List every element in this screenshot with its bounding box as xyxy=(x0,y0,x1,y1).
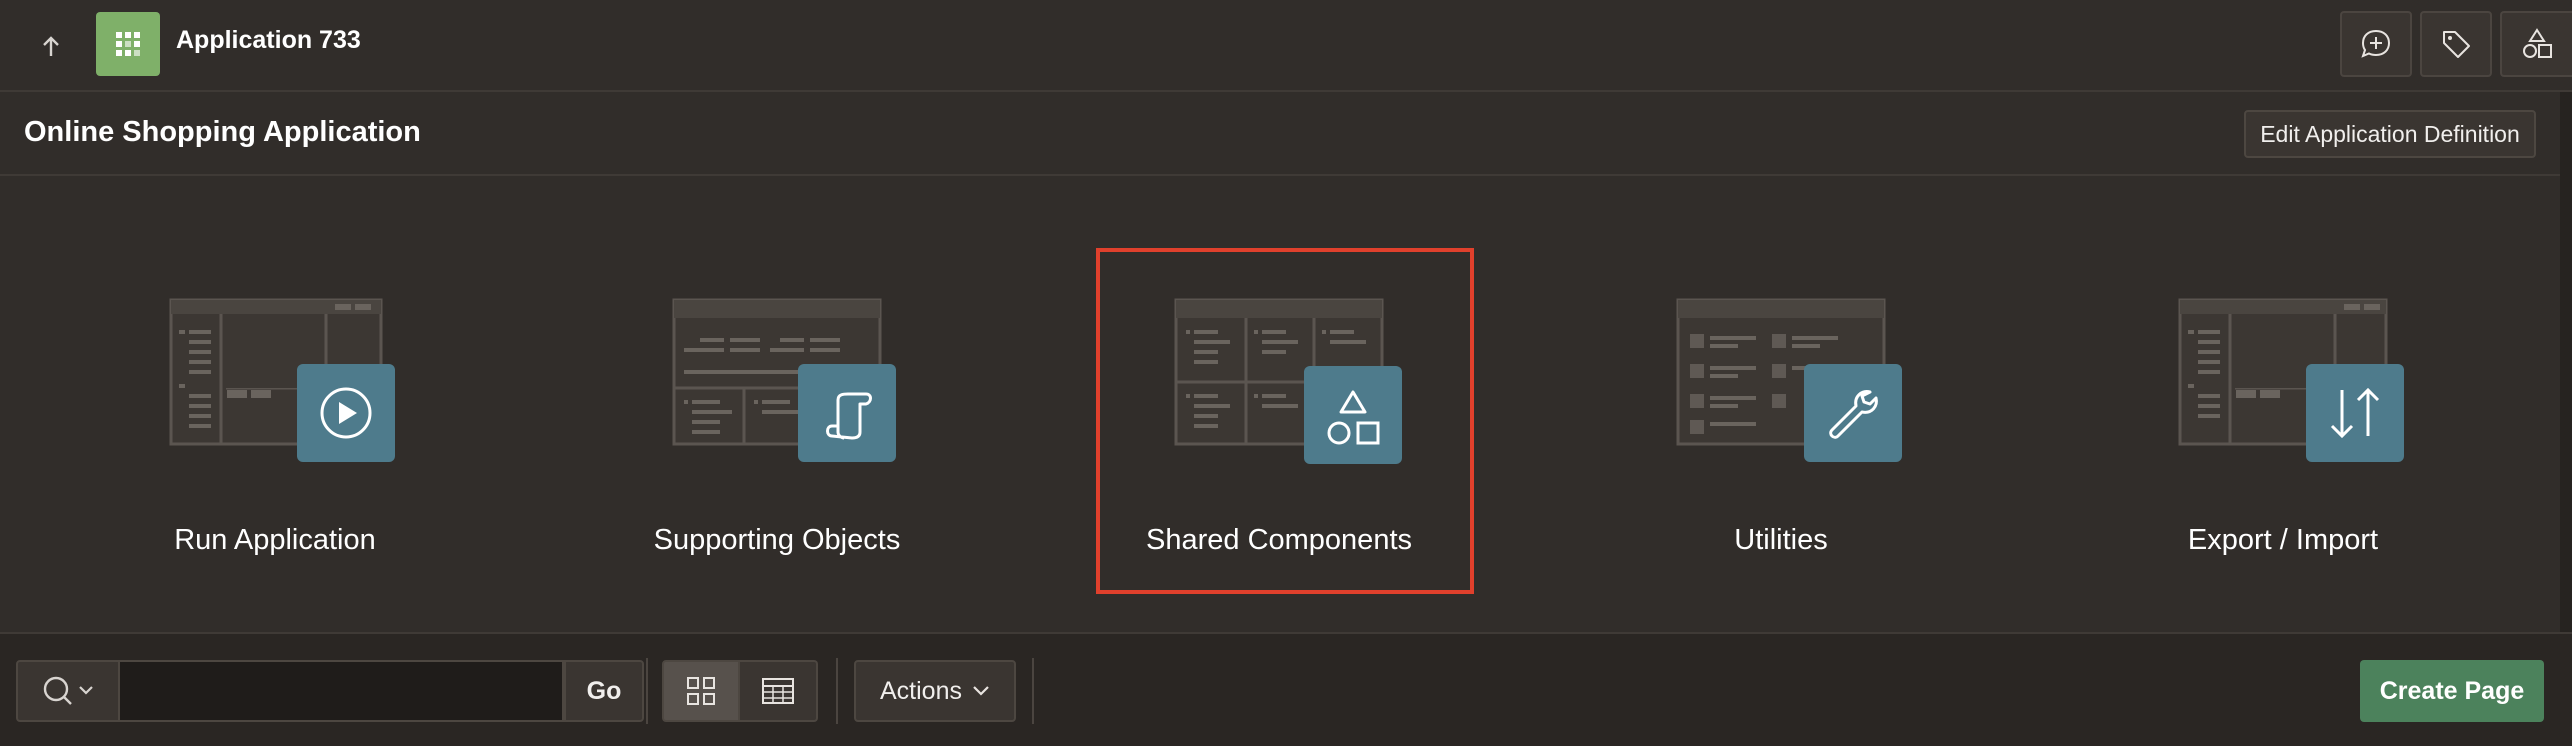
card-utilities[interactable]: Utilities xyxy=(1530,176,2032,632)
shared-components-icon xyxy=(2523,28,2552,58)
search-icon xyxy=(43,676,93,705)
toolbar-divider xyxy=(646,658,648,724)
shared-components-illustration xyxy=(1174,298,1402,464)
page-title: Online Shopping Application xyxy=(24,116,421,148)
scroll-icon xyxy=(798,364,896,462)
card-label-shared-components: Shared Components xyxy=(1146,524,1412,556)
app-title: Application 733 xyxy=(176,26,361,54)
wrench-icon xyxy=(1804,364,1902,462)
toolbar-divider xyxy=(836,658,838,724)
card-run-application[interactable]: Run Application xyxy=(24,176,526,632)
export-import-illustration xyxy=(2178,298,2404,462)
create-page-button[interactable]: Create Page xyxy=(2360,660,2544,722)
actions-menu-button[interactable]: Actions xyxy=(854,660,1016,722)
report-view-button[interactable] xyxy=(740,660,818,722)
icon-view-button[interactable] xyxy=(662,660,740,722)
edit-application-definition-button[interactable]: Edit Application Definition xyxy=(2244,110,2536,158)
tag-icon xyxy=(2443,31,2470,58)
utilities-illustration xyxy=(1676,298,1902,462)
play-icon xyxy=(297,364,395,462)
top-bar: Application 733 xyxy=(0,0,2572,92)
run-application-illustration xyxy=(169,298,395,462)
transfer-arrows-icon xyxy=(2306,364,2404,462)
feedback-button[interactable] xyxy=(2340,11,2412,77)
card-label-run-application: Run Application xyxy=(174,524,376,556)
card-shared-components[interactable]: Shared Components xyxy=(1028,176,1530,632)
toolbar-divider xyxy=(1032,658,1034,724)
search-toolbar: Go Actions Create Page xyxy=(0,632,2572,746)
grid-view-icon xyxy=(687,677,715,705)
shapes-icon xyxy=(1304,366,1402,464)
card-label-export-import: Export / Import xyxy=(2187,524,2379,556)
search-options-button[interactable] xyxy=(16,660,120,722)
card-label-utilities: Utilities xyxy=(1734,524,1828,556)
actions-label: Actions xyxy=(880,676,962,705)
app-component-cards: Run Application Supporting Objects Share… xyxy=(0,176,2560,632)
table-view-icon xyxy=(762,678,794,704)
card-export-import[interactable]: Export / Import xyxy=(2032,176,2534,632)
tag-button[interactable] xyxy=(2420,11,2492,77)
search-input[interactable] xyxy=(120,660,564,722)
go-button[interactable]: Go xyxy=(564,660,644,722)
vertical-scrollbar[interactable] xyxy=(2560,92,2572,632)
feedback-icon xyxy=(2361,29,2391,58)
shared-components-shortcut-button[interactable] xyxy=(2500,11,2572,77)
chevron-down-icon xyxy=(973,686,989,696)
app-grid-icon xyxy=(96,12,160,76)
supporting-objects-illustration xyxy=(672,298,896,462)
page-header: Online Shopping Application Edit Applica… xyxy=(0,92,2560,176)
up-arrow-icon[interactable] xyxy=(28,24,74,70)
card-label-supporting-objects: Supporting Objects xyxy=(653,524,901,556)
card-supporting-objects[interactable]: Supporting Objects xyxy=(526,176,1028,632)
